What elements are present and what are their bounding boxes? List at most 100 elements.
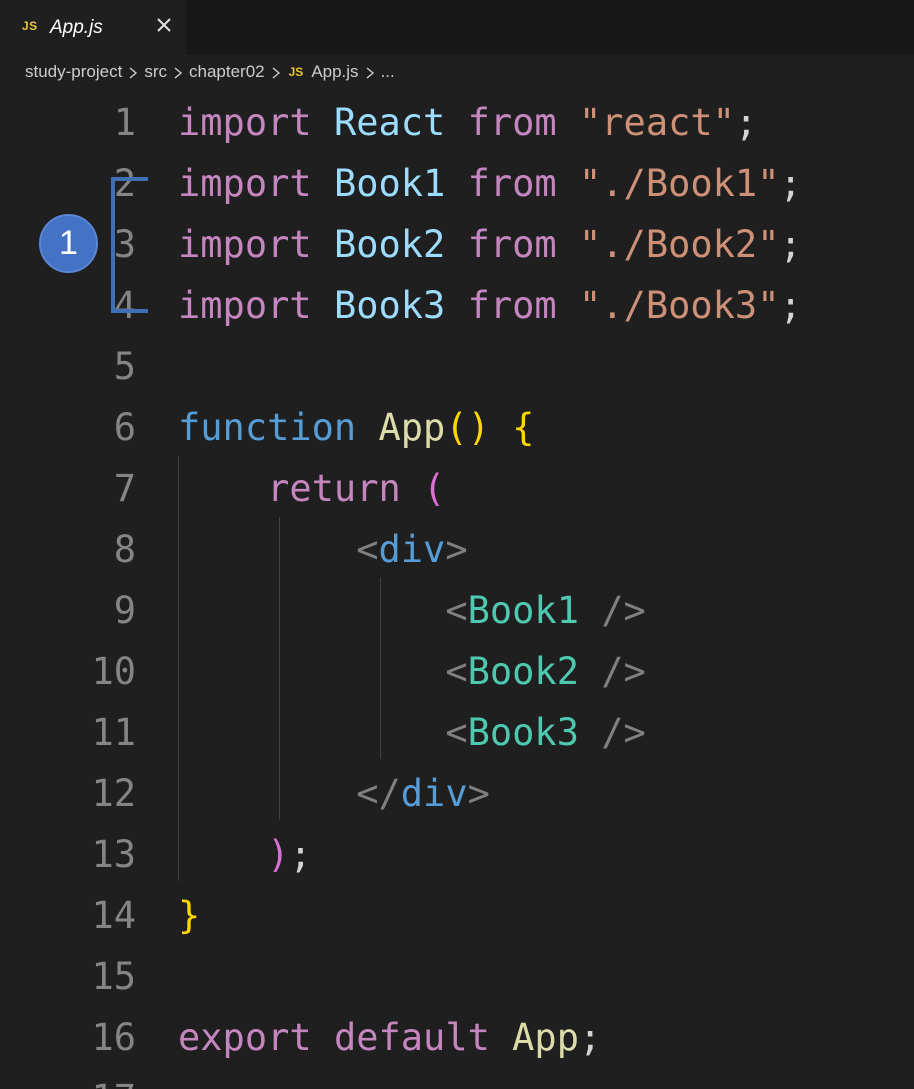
code-line[interactable]: 13 ); bbox=[0, 822, 914, 883]
callout-badge: 1 bbox=[39, 214, 98, 273]
code-token: < bbox=[445, 711, 468, 754]
line-number: 10 bbox=[91, 650, 136, 693]
code-token: Book3 bbox=[333, 284, 446, 327]
code-token: function bbox=[178, 406, 357, 449]
code-token: /> bbox=[578, 711, 646, 754]
code-token: < bbox=[445, 650, 468, 693]
breadcrumb-item-src[interactable]: src bbox=[144, 62, 167, 82]
code-token: from bbox=[467, 223, 557, 266]
code-token: import bbox=[178, 162, 312, 205]
code-line[interactable]: 10 <Book2 /> bbox=[0, 639, 914, 700]
code-token: default bbox=[333, 1016, 490, 1059]
code-line[interactable]: 7 return ( bbox=[0, 456, 914, 517]
code-editor-window: JS App.js study-project src chapter02 JS… bbox=[0, 0, 914, 1089]
code-line[interactable]: 12 </div> bbox=[0, 761, 914, 822]
code-line[interactable]: 8 <div> bbox=[0, 517, 914, 578]
line-number: 15 bbox=[91, 955, 136, 998]
code-token: "./Book3" bbox=[579, 284, 780, 327]
breadcrumb-item-chapter[interactable]: chapter02 bbox=[189, 62, 265, 82]
line-number: 17 bbox=[40, 1080, 136, 1089]
line-number: 7 bbox=[113, 467, 136, 510]
code-text: <Book3 /> bbox=[178, 714, 646, 751]
line-number: 13 bbox=[91, 833, 136, 876]
code-line[interactable]: 5 bbox=[0, 334, 914, 395]
line-number: 14 bbox=[91, 894, 136, 937]
line-number: 1 bbox=[113, 101, 136, 144]
line-number: 6 bbox=[113, 406, 136, 449]
code-token: < bbox=[445, 589, 468, 632]
code-text: import Book2 from "./Book2"; bbox=[178, 226, 802, 263]
breadcrumb-item-file[interactable]: App.js bbox=[311, 62, 358, 82]
code-line[interactable]: 11 <Book3 /> bbox=[0, 700, 914, 761]
code-token: ; bbox=[578, 1016, 602, 1059]
code-token: ; bbox=[779, 223, 802, 266]
close-icon[interactable] bbox=[153, 14, 175, 36]
code-token: Book2 bbox=[467, 650, 579, 693]
code-token: </ bbox=[356, 772, 401, 815]
code-token: () bbox=[445, 406, 490, 449]
breadcrumb-item-symbols[interactable]: ... bbox=[381, 62, 395, 82]
code-line[interactable]: 15 bbox=[0, 944, 914, 1005]
breadcrumb: study-project src chapter02 JS App.js ..… bbox=[25, 60, 395, 84]
code-token: div bbox=[378, 528, 446, 571]
line-number: 16 bbox=[91, 1016, 136, 1059]
code-token: Book1 bbox=[333, 162, 446, 205]
code-token: "./Book1" bbox=[579, 162, 780, 205]
bracket-annotation bbox=[111, 177, 148, 313]
code-line[interactable]: 9 <Book1 /> bbox=[0, 578, 914, 639]
code-token: import bbox=[178, 101, 312, 144]
code-token: "./Book2" bbox=[579, 223, 780, 266]
code-token: ; bbox=[779, 284, 802, 327]
tab-bar: JS App.js bbox=[0, 0, 914, 55]
code-text: export default App; bbox=[178, 1019, 601, 1056]
code-text: <Book2 /> bbox=[178, 653, 646, 690]
code-text: <div> bbox=[178, 528, 467, 571]
code-token: /> bbox=[578, 589, 646, 632]
js-file-icon: JS bbox=[22, 19, 38, 33]
code-text: import Book1 from "./Book1"; bbox=[178, 165, 802, 202]
code-token: ) bbox=[267, 833, 290, 876]
code-text: return ( bbox=[178, 470, 445, 507]
code-token: "react" bbox=[579, 101, 735, 144]
line-number: 12 bbox=[91, 772, 136, 815]
code-token: /> bbox=[578, 650, 646, 693]
code-token: return bbox=[267, 467, 401, 510]
code-token: ; bbox=[779, 162, 802, 205]
chevron-right-icon bbox=[171, 65, 185, 79]
code-token: ; bbox=[289, 833, 312, 876]
code-token: < bbox=[356, 528, 379, 571]
code-token: from bbox=[467, 101, 557, 144]
code-line[interactable]: 17 bbox=[0, 1066, 914, 1089]
js-file-icon: JS bbox=[288, 65, 304, 79]
line-number: 11 bbox=[91, 711, 136, 754]
code-line[interactable]: 1 import React from "react"; bbox=[0, 90, 914, 151]
line-number: 9 bbox=[113, 589, 136, 632]
code-token: div bbox=[400, 772, 468, 815]
code-line[interactable]: 14} bbox=[0, 883, 914, 944]
code-line[interactable]: 6 function App() { bbox=[0, 395, 914, 456]
code-line[interactable]: 16 export default App; bbox=[0, 1005, 914, 1066]
code-token: App bbox=[378, 406, 446, 449]
tab-app-js[interactable]: JS App.js bbox=[0, 0, 186, 55]
breadcrumb-item-project[interactable]: study-project bbox=[25, 62, 122, 82]
code-token: Book2 bbox=[333, 223, 446, 266]
tab-label: App.js bbox=[50, 17, 103, 38]
